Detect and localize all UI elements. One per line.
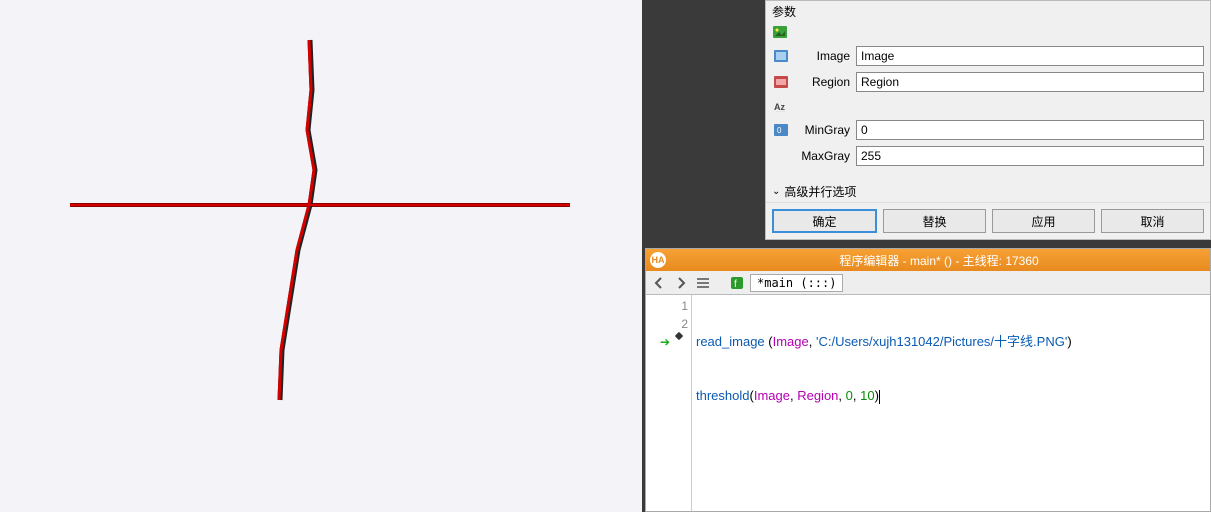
breadcrumb[interactable]: *main (:::) — [750, 274, 843, 292]
advanced-parallel-toggle[interactable]: ⌄ 高级并行选项 — [766, 181, 1210, 202]
cross-image — [40, 20, 600, 450]
exec-pointer-icon: ➔ — [660, 333, 670, 351]
halcon-app-icon: HA — [650, 252, 666, 268]
code-token: 0 — [846, 388, 853, 403]
params-panel: 参数 Image Region — [765, 0, 1211, 240]
code-token: Region — [797, 388, 838, 403]
region-type-icon — [772, 74, 790, 90]
svg-text:0: 0 — [777, 126, 782, 135]
image-param-label: Image — [794, 49, 850, 63]
line-gutter: 1 2 ➔ — [646, 295, 692, 511]
breakpoint-icon — [675, 332, 683, 340]
code-editor[interactable]: 1 2 ➔ read_image (Image, 'C:/Users/xujh1… — [646, 295, 1210, 511]
editor-toolbar: f *main (:::) — [646, 271, 1210, 295]
code-token: read_image — [696, 334, 765, 349]
blank-icon — [772, 148, 790, 164]
code-token: Image — [754, 388, 790, 403]
svg-text:A͟z: A͟z — [774, 102, 786, 112]
svg-text:f: f — [734, 279, 737, 290]
image-param-input[interactable] — [856, 46, 1204, 66]
text-caret — [879, 390, 880, 404]
panel-title: 参数 — [766, 1, 1210, 22]
image-viewer[interactable] — [0, 0, 645, 512]
cancel-button[interactable]: 取消 — [1101, 209, 1204, 233]
nav-back-icon[interactable] — [650, 274, 668, 292]
region-param-label: Region — [794, 75, 850, 89]
chevron-down-icon: ⌄ — [772, 186, 780, 197]
code-lines[interactable]: read_image (Image, 'C:/Users/xujh131042/… — [692, 295, 1210, 511]
nav-forward-icon[interactable] — [672, 274, 690, 292]
mingray-param-input[interactable] — [856, 120, 1204, 140]
code-token: Image — [773, 334, 809, 349]
maxgray-param-label: MaxGray — [794, 149, 850, 163]
int-type-icon: 0 — [772, 122, 790, 138]
program-editor-window: HA 程序编辑器 - main* () - 主线程: 17360 f *main… — [645, 248, 1211, 512]
replace-button[interactable]: 替换 — [883, 209, 986, 233]
code-token: threshold — [696, 388, 749, 403]
maxgray-param-input[interactable] — [856, 146, 1204, 166]
mingray-param-label: MinGray — [794, 123, 850, 137]
editor-titlebar[interactable]: HA 程序编辑器 - main* () - 主线程: 17360 — [646, 249, 1210, 271]
image-type-icon — [772, 48, 790, 64]
function-icon[interactable]: f — [728, 274, 746, 292]
advanced-label: 高级并行选项 — [784, 183, 856, 200]
apply-button[interactable]: 应用 — [992, 209, 1095, 233]
ok-button[interactable]: 确定 — [772, 209, 877, 233]
format-icon[interactable]: A͟z — [772, 98, 790, 114]
region-param-input[interactable] — [856, 72, 1204, 92]
picture-icon[interactable] — [772, 24, 788, 40]
code-token: 10 — [860, 388, 874, 403]
editor-title: 程序编辑器 - main* () - 主线程: 17360 — [672, 252, 1206, 269]
list-icon[interactable] — [694, 274, 712, 292]
code-token: 'C:/Users/xujh131042/Pictures/十字线.PNG' — [816, 334, 1067, 349]
